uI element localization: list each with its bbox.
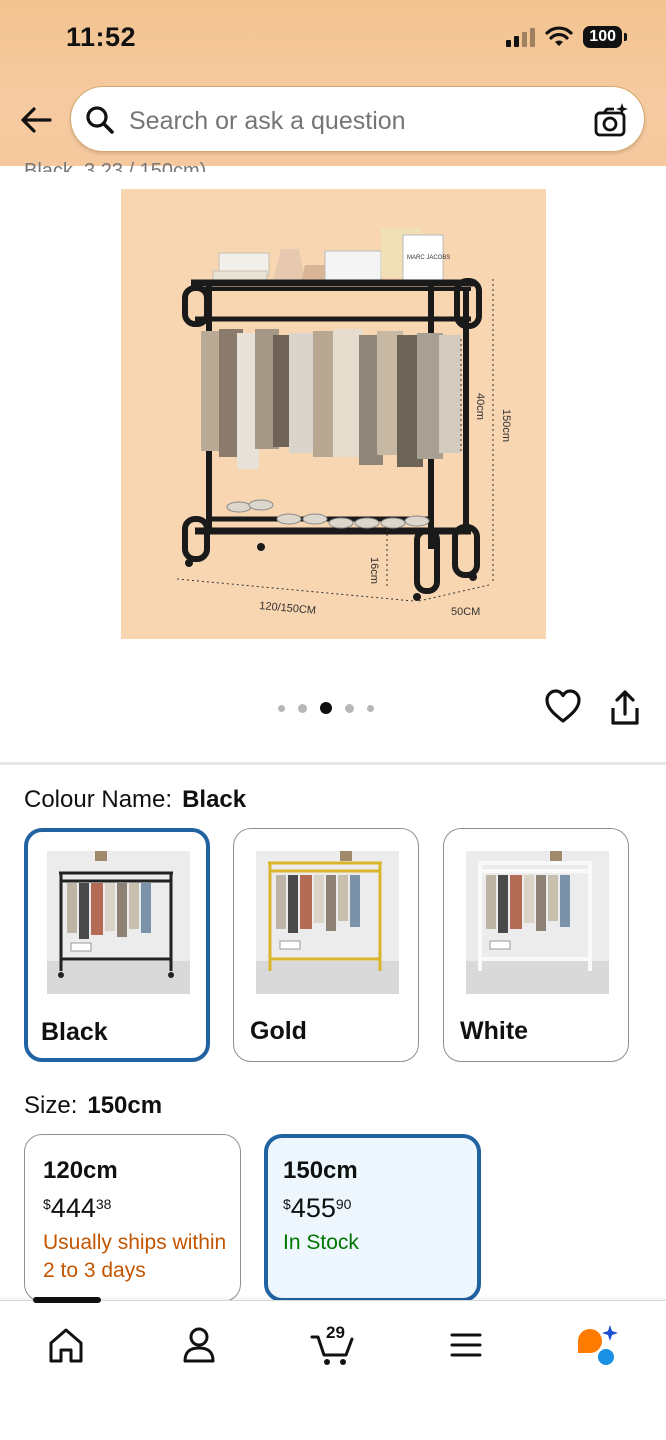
clothes-rack-illustration: MARC JACOBS 120/150CM 50CM 150cm 40cm 16… [121, 189, 546, 639]
rufus-assistant-icon[interactable] [574, 1323, 618, 1367]
rack-thumbnail-black [47, 851, 190, 994]
rack-thumbnail-gold [256, 851, 399, 994]
colour-option-label: Black [41, 1018, 108, 1046]
size-option-price: $45590 [283, 1193, 352, 1223]
section-divider [0, 762, 666, 765]
size-row: Size: 150cm [24, 1092, 162, 1120]
colour-option-label: Gold [250, 1017, 307, 1045]
size-value: 150cm [87, 1092, 163, 1119]
bottom-navigation: 29 [0, 1297, 666, 1440]
colour-option-black[interactable]: Black [24, 828, 210, 1062]
product-image[interactable]: MARC JACOBS 120/150CM 50CM 150cm 40cm 16… [121, 189, 546, 639]
colour-name-row: Colour Name: Black [24, 786, 246, 814]
search-input[interactable] [129, 107, 569, 136]
size-option-150cm[interactable]: 150cm $45590 In Stock [264, 1134, 481, 1302]
colour-option-gold[interactable]: Gold [233, 828, 419, 1062]
svg-text:40cm: 40cm [474, 393, 486, 420]
availability-text: Usually ships within 2 to 3 days [43, 1231, 227, 1282]
heart-icon[interactable] [544, 688, 582, 726]
svg-text:16cm: 16cm [368, 557, 380, 584]
gallery-dot[interactable] [278, 704, 285, 712]
home-indicator-bar [33, 1297, 101, 1303]
wifi-icon [545, 26, 573, 46]
search-bar[interactable] [70, 86, 645, 152]
cart-count-badge: 29 [326, 1323, 345, 1342]
size-option-price: $44438 [43, 1193, 112, 1223]
gallery-dot[interactable] [298, 703, 307, 713]
colour-name-value: Black [182, 786, 247, 813]
colour-option-label: White [460, 1017, 529, 1045]
home-icon[interactable] [44, 1323, 88, 1367]
top-header: 11:52 100 [0, 0, 666, 166]
truncated-title: Black, 3.23 / 150cm) [24, 160, 207, 172]
back-arrow-icon[interactable] [16, 102, 56, 138]
size-option-120cm[interactable]: 120cm $44438 Usually ships within 2 to 3… [24, 1134, 241, 1302]
menu-icon[interactable] [444, 1323, 488, 1367]
svg-text:150cm: 150cm [500, 409, 512, 442]
svg-text:50CM: 50CM [451, 606, 480, 618]
gallery-dot[interactable] [367, 704, 374, 712]
gallery-dot[interactable] [345, 703, 354, 713]
cellular-signal-icon [506, 27, 536, 47]
status-time: 11:52 [66, 22, 137, 52]
account-icon[interactable] [177, 1323, 221, 1367]
camera-search-icon[interactable] [592, 101, 630, 139]
gallery-pagination[interactable] [278, 702, 374, 714]
size-label: Size: [24, 1092, 78, 1119]
gallery-dot-active[interactable] [320, 702, 332, 714]
colour-option-white[interactable]: White [443, 828, 629, 1062]
rack-thumbnail-white [466, 851, 609, 994]
share-icon[interactable] [608, 688, 642, 728]
size-option-label: 120cm [43, 1157, 118, 1184]
svg-text:MARC JACOBS: MARC JACOBS [407, 255, 450, 261]
colour-name-label: Colour Name: [24, 786, 173, 813]
availability-text: In Stock [283, 1231, 359, 1254]
search-icon [86, 106, 114, 134]
size-option-label: 150cm [283, 1157, 358, 1184]
status-icons: 100 [506, 26, 627, 48]
battery-indicator: 100 [583, 26, 627, 48]
